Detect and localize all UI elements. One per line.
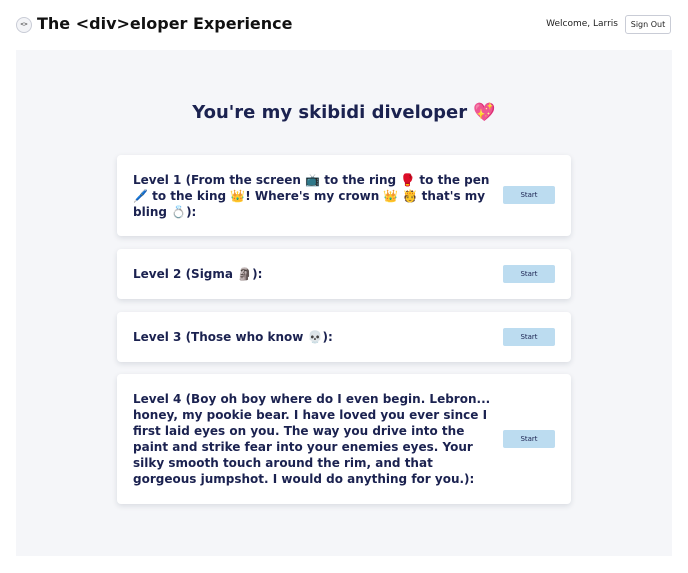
level-label: Level 4 (Boy oh boy where do I even begi… (133, 392, 491, 486)
code-brackets-icon: <> (16, 17, 32, 33)
start-level-4-button[interactable]: Start (503, 430, 555, 448)
start-level-2-button[interactable]: Start (503, 265, 555, 283)
welcome-text: Welcome, Larris (546, 19, 618, 29)
level-card-3: Level 3 (Those who know 💀): Start (117, 312, 571, 362)
level-card-1: Level 1 (From the screen 📺 to the ring 🥊… (117, 155, 571, 236)
sign-out-button[interactable]: Sign Out (625, 15, 671, 34)
level-label: Level 3 (Those who know 💀): (133, 330, 333, 344)
start-level-1-button[interactable]: Start (503, 186, 555, 204)
header-bar: <> The <div>eloper Experience Welcome, L… (0, 0, 688, 50)
page-heading: You're my skibidi diveloper 💖 (192, 102, 496, 123)
start-level-3-button[interactable]: Start (503, 328, 555, 346)
level-label: Level 2 (Sigma 🗿): (133, 267, 263, 281)
app-title: The <div>eloper Experience (37, 14, 293, 33)
level-label: Level 1 (From the screen 📺 to the ring 🥊… (133, 173, 490, 219)
level-card-2: Level 2 (Sigma 🗿): Start (117, 249, 571, 299)
level-card-4: Level 4 (Boy oh boy where do I even begi… (117, 374, 571, 504)
main-panel: You're my skibidi diveloper 💖 Level 1 (F… (16, 50, 672, 556)
